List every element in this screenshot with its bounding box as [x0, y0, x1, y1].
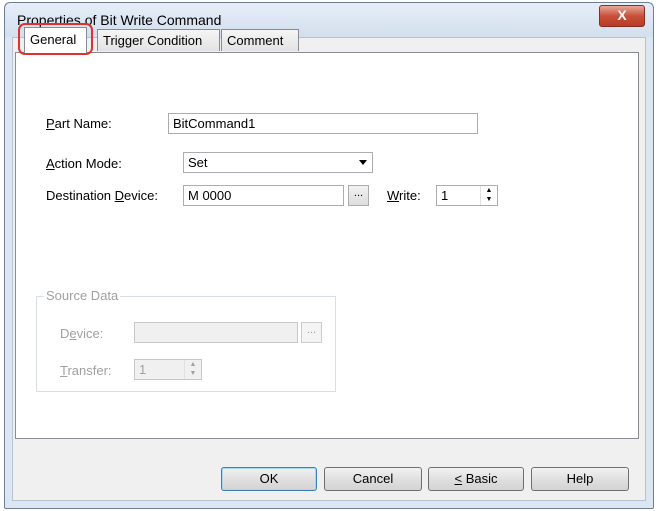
part-name-label: Part Name: — [46, 116, 112, 131]
source-device-input — [134, 322, 298, 343]
transfer-value: 1 — [139, 362, 147, 377]
tab-label: Comment — [227, 33, 284, 48]
spin-up-icon: ▲ — [189, 361, 197, 368]
action-mode-value: Set — [188, 155, 208, 170]
help-button[interactable]: Help — [531, 467, 629, 491]
action-mode-dropdown[interactable]: Set — [183, 152, 373, 173]
close-button[interactable]: X — [599, 5, 645, 27]
source-device-label: Device: — [60, 326, 104, 341]
tab-label: Trigger Condition — [103, 33, 203, 48]
destination-device-browse-button[interactable]: ... — [348, 185, 369, 206]
cancel-button[interactable]: Cancel — [324, 467, 422, 491]
source-device-browse-button: ... — [301, 322, 322, 343]
part-name-input[interactable]: BitCommand1 — [168, 113, 478, 134]
ok-button[interactable]: OK — [221, 467, 317, 491]
close-icon: X — [617, 7, 627, 23]
write-spinner[interactable]: 1 ▲ ▼ — [436, 185, 498, 206]
spinner-arrows[interactable]: ▲ ▼ — [480, 186, 497, 205]
tab-comment[interactable]: Comment — [221, 29, 299, 51]
transfer-spinner: 1 ▲ ▼ — [134, 359, 202, 380]
spin-down-icon: ▼ — [189, 370, 197, 377]
write-label: Write: — [387, 188, 421, 203]
source-data-group-title: Source Data — [44, 288, 121, 303]
tab-highlight-annotation — [18, 23, 93, 55]
spinner-arrows: ▲ ▼ — [184, 360, 201, 379]
tab-trigger-condition[interactable]: Trigger Condition — [97, 29, 220, 51]
action-mode-label: Action Mode: — [46, 156, 122, 171]
transfer-label: Transfer: — [60, 363, 112, 378]
spin-up-icon[interactable]: ▲ — [481, 186, 497, 195]
write-value: 1 — [441, 188, 449, 203]
destination-device-input[interactable]: M 0000 — [183, 185, 344, 206]
chevron-down-icon[interactable] — [353, 153, 372, 172]
basic-button[interactable]: < Basic — [428, 467, 524, 491]
destination-device-label: Destination Device: — [46, 188, 159, 203]
spin-down-icon[interactable]: ▼ — [481, 195, 497, 204]
